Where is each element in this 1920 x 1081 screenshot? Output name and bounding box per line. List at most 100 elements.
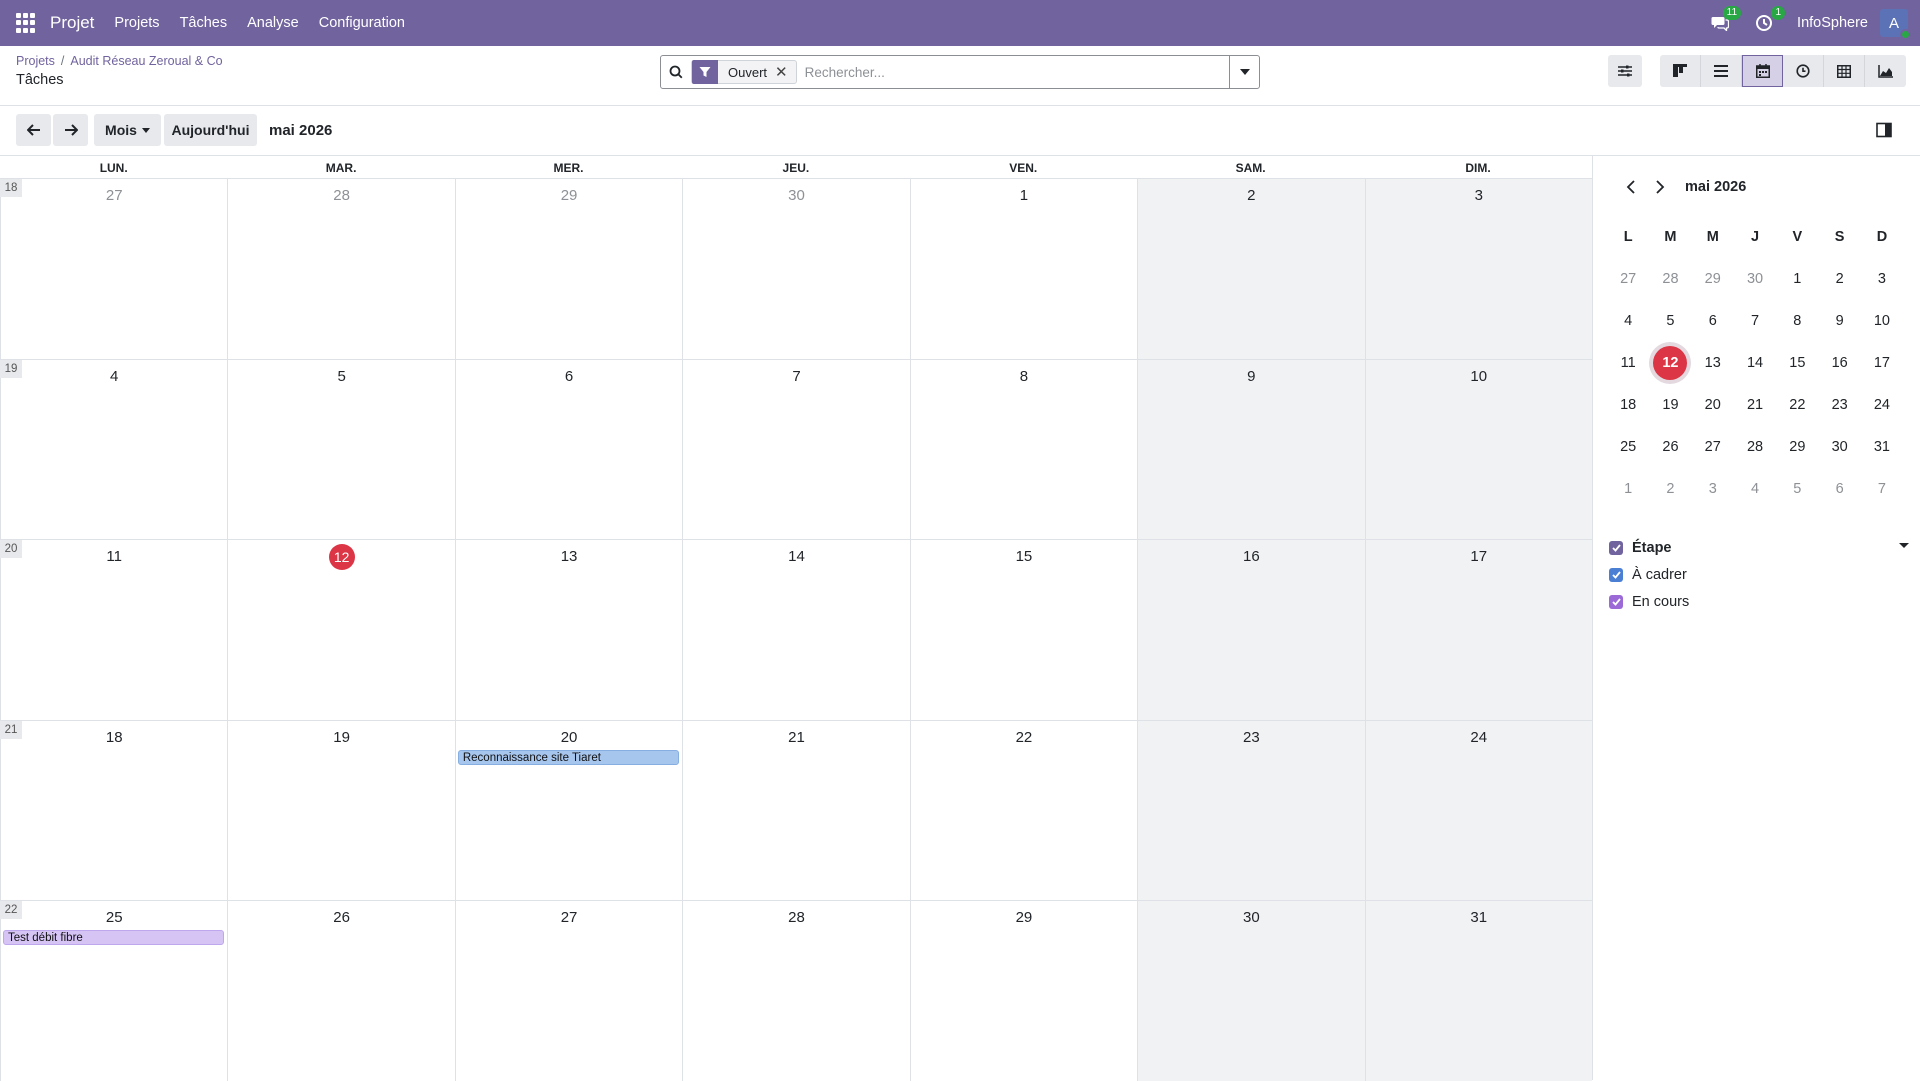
breadcrumb-projets[interactable]: Projets <box>16 54 55 68</box>
day-cell[interactable]: 27 <box>454 901 682 1081</box>
mini-day[interactable]: 1 <box>1776 271 1818 287</box>
menu-analyse[interactable]: Analyse <box>247 15 299 31</box>
day-cell[interactable]: 30 <box>1137 901 1365 1081</box>
day-cell[interactable]: 25 <box>0 901 227 1081</box>
mini-day[interactable]: 28 <box>1734 439 1776 455</box>
day-cell[interactable]: 12 <box>227 540 454 720</box>
mini-day[interactable]: 28 <box>1649 271 1691 287</box>
day-cell[interactable]: 30 <box>682 179 909 359</box>
day-cell[interactable]: 26 <box>227 901 454 1081</box>
day-cell[interactable]: 4 <box>0 359 227 540</box>
day-cell[interactable]: 9 <box>1137 359 1365 540</box>
mini-day[interactable]: 5 <box>1649 313 1691 329</box>
calendar-view-button[interactable] <box>1742 55 1783 87</box>
day-cell[interactable]: 17 <box>1364 540 1592 720</box>
filter-item[interactable]: À cadrer <box>1609 561 1909 588</box>
day-cell[interactable]: 31 <box>1364 901 1592 1081</box>
mini-day[interactable]: 6 <box>1818 481 1860 497</box>
mini-day[interactable]: 27 <box>1692 439 1734 455</box>
day-cell[interactable]: 29 <box>454 179 682 359</box>
day-cell[interactable]: 8 <box>909 359 1137 540</box>
mini-day[interactable]: 4 <box>1734 481 1776 497</box>
kanban-view-button[interactable] <box>1660 55 1701 87</box>
mini-prev-icon[interactable] <box>1621 178 1639 196</box>
day-cell[interactable]: 6 <box>454 359 682 540</box>
mini-day[interactable]: 20 <box>1692 397 1734 413</box>
messaging-button[interactable]: 11 <box>1709 6 1742 34</box>
day-cell[interactable]: 21 <box>682 720 909 901</box>
mini-day[interactable]: 13 <box>1692 355 1734 371</box>
mini-day[interactable]: 9 <box>1818 313 1860 329</box>
calendar-event[interactable]: Reconnaissance site Tiaret <box>457 749 680 765</box>
filter-item[interactable]: En cours <box>1609 588 1909 615</box>
filter-header[interactable]: Étape <box>1609 534 1909 561</box>
mini-next-icon[interactable] <box>1651 178 1669 196</box>
mini-day[interactable]: 19 <box>1649 397 1691 413</box>
menu-taches[interactable]: Tâches <box>180 15 228 31</box>
day-cell[interactable]: 27 <box>0 179 227 359</box>
mini-day[interactable]: 26 <box>1649 439 1691 455</box>
day-cell[interactable]: 15 <box>909 540 1137 720</box>
mini-day[interactable]: 12 <box>1649 346 1691 380</box>
day-cell[interactable]: 11 <box>0 540 227 720</box>
mini-day[interactable]: 11 <box>1607 355 1649 371</box>
day-cell[interactable]: 22 <box>909 720 1137 901</box>
day-cell[interactable]: 23 <box>1137 720 1365 901</box>
apps-menu-icon[interactable] <box>16 13 36 33</box>
activity-view-button[interactable] <box>1783 55 1824 87</box>
day-cell[interactable]: 3 <box>1364 179 1592 359</box>
day-cell[interactable]: 28 <box>682 901 909 1081</box>
sidebar-toggle-icon[interactable] <box>1876 122 1892 138</box>
day-cell[interactable]: 5 <box>227 359 454 540</box>
mini-day[interactable]: 30 <box>1734 271 1776 287</box>
menu-projets[interactable]: Projets <box>114 15 159 31</box>
day-cell[interactable]: 18 <box>0 720 227 901</box>
mini-day[interactable]: 17 <box>1861 355 1903 371</box>
day-cell[interactable]: 28 <box>227 179 454 359</box>
mini-day[interactable]: 3 <box>1861 271 1903 287</box>
mini-day[interactable]: 25 <box>1607 439 1649 455</box>
calendar-event[interactable]: Test débit fibre <box>3 930 225 946</box>
mini-day[interactable]: 22 <box>1776 397 1818 413</box>
mini-day[interactable]: 5 <box>1776 481 1818 497</box>
filter-checkbox[interactable] <box>1609 567 1623 582</box>
mini-day[interactable]: 7 <box>1734 313 1776 329</box>
day-cell[interactable]: 16 <box>1137 540 1365 720</box>
previous-button[interactable] <box>16 114 51 146</box>
mini-day[interactable]: 2 <box>1818 271 1860 287</box>
mini-day[interactable]: 7 <box>1861 481 1903 497</box>
day-cell[interactable]: 19 <box>227 720 454 901</box>
search-options-toggle[interactable] <box>1229 56 1259 88</box>
mini-day[interactable]: 16 <box>1818 355 1860 371</box>
mini-day[interactable]: 30 <box>1818 439 1860 455</box>
mini-day[interactable]: 4 <box>1607 313 1649 329</box>
mini-day[interactable]: 10 <box>1861 313 1903 329</box>
mini-day[interactable]: 15 <box>1776 355 1818 371</box>
mini-day[interactable]: 8 <box>1776 313 1818 329</box>
day-cell[interactable]: 20 <box>454 720 682 901</box>
remove-facet-icon[interactable]: ✕ <box>775 63 796 81</box>
mini-day[interactable]: 31 <box>1861 439 1903 455</box>
mini-day[interactable]: 6 <box>1692 313 1734 329</box>
user-avatar[interactable]: A <box>1880 9 1911 40</box>
mini-day[interactable]: 14 <box>1734 355 1776 371</box>
day-cell[interactable]: 10 <box>1364 359 1592 540</box>
day-cell[interactable]: 1 <box>909 179 1137 359</box>
mini-day[interactable]: 24 <box>1861 397 1903 413</box>
mini-day[interactable]: 23 <box>1818 397 1860 413</box>
day-cell[interactable]: 14 <box>682 540 909 720</box>
next-button[interactable] <box>53 114 88 146</box>
breadcrumb-project[interactable]: Audit Réseau Zeroual & Co <box>70 54 222 68</box>
list-view-button[interactable] <box>1701 55 1742 87</box>
day-cell[interactable]: 2 <box>1137 179 1365 359</box>
mini-day[interactable]: 2 <box>1649 481 1691 497</box>
filter-checkbox[interactable] <box>1609 594 1623 609</box>
search-input[interactable] <box>804 64 1229 80</box>
day-cell[interactable]: 24 <box>1364 720 1592 901</box>
filter-all-checkbox[interactable] <box>1609 540 1623 555</box>
search-icon[interactable] <box>661 65 691 79</box>
day-cell[interactable]: 13 <box>454 540 682 720</box>
menu-configuration[interactable]: Configuration <box>319 15 405 31</box>
app-name[interactable]: Projet <box>50 13 94 33</box>
day-cell[interactable]: 7 <box>682 359 909 540</box>
